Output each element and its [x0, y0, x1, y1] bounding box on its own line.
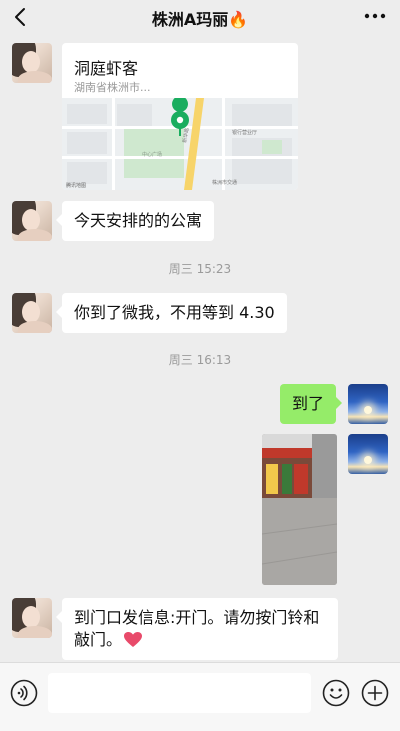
- park-label: 中心广场: [142, 151, 162, 158]
- storefront-photo: [262, 434, 337, 585]
- my-avatar[interactable]: [348, 434, 388, 474]
- message-bubble[interactable]: 今天安排的的公寓: [55, 201, 215, 241]
- my-avatar[interactable]: [348, 384, 388, 424]
- add-more-icon[interactable]: [361, 679, 389, 707]
- message-bubble[interactable]: 你到了微我，不用等到 4.30: [56, 293, 287, 333]
- emoji-icon[interactable]: [322, 679, 350, 707]
- map-thumbnail: 新华路 中心广场 银行营业厅 株洲市交通 腾讯地图: [62, 98, 298, 190]
- contact-avatar[interactable]: [12, 598, 52, 638]
- message-timestamp: 周三 16:13: [168, 353, 232, 367]
- message-text: 今天安排的的公寓: [74, 211, 203, 230]
- my-message-bubble[interactable]: 到了: [280, 384, 343, 424]
- location-name: 洞庭虾客: [74, 59, 139, 78]
- location-address: 湖南省株洲市...: [74, 81, 151, 94]
- poi-label: 株洲市交通: [212, 179, 237, 186]
- chat-title: 株洲A玛丽🔥: [151, 10, 249, 29]
- message-timestamp: 周三 15:23: [168, 262, 232, 276]
- chat-header: 株洲A玛丽🔥: [0, 0, 400, 34]
- contact-avatar[interactable]: [12, 293, 52, 333]
- location-message[interactable]: 洞庭虾客 湖南省株洲市... 新华路 中心广场 银行营业厅 株洲市交通 腾讯地图: [62, 43, 298, 190]
- voice-input-icon[interactable]: [10, 679, 38, 707]
- message-text: 到了: [292, 394, 325, 413]
- heart-emoji-icon: [124, 632, 143, 647]
- message-text-line: 到门口发信息:开门。请勿按门铃和: [74, 608, 320, 627]
- message-bubble[interactable]: 到门口发信息:开门。请勿按门铃和 敲门。: [56, 598, 338, 660]
- message-input[interactable]: [48, 673, 311, 713]
- map-watermark: 腾讯地图: [66, 182, 86, 189]
- message-text-line: 敲门。: [74, 630, 123, 649]
- poi-label: 银行营业厅: [232, 129, 257, 136]
- photo-message[interactable]: [262, 434, 337, 585]
- message-text: 你到了微我，不用等到 4.30: [74, 303, 275, 322]
- input-bar: [0, 662, 400, 731]
- contact-avatar[interactable]: [12, 43, 52, 83]
- contact-avatar[interactable]: [12, 201, 52, 241]
- more-options-icon[interactable]: [362, 4, 388, 28]
